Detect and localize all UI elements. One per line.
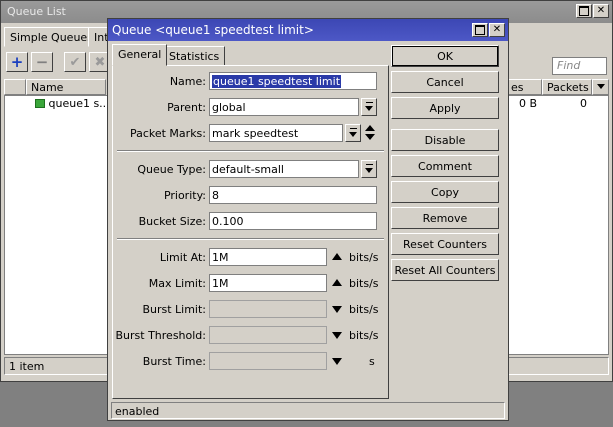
find-input[interactable]: Find: [552, 57, 607, 75]
reset-counters-button[interactable]: Reset Counters: [391, 233, 499, 255]
plus-icon: +: [10, 53, 24, 71]
column-bytes[interactable]: es: [506, 79, 542, 95]
column-flags[interactable]: [4, 79, 26, 95]
packet-marks-updown-icon[interactable]: [365, 124, 375, 142]
maximize-button[interactable]: [576, 4, 592, 18]
priority-field[interactable]: 8: [209, 186, 377, 204]
add-button[interactable]: +: [6, 52, 28, 72]
general-panel: Name: queue1 speedtest limit Parent: glo…: [112, 65, 389, 399]
dialog-maximize-button[interactable]: [472, 23, 488, 37]
burst-limit-field[interactable]: [209, 300, 327, 318]
queue-dialog: Queue <queue1 speedtest limit> ✕ General…: [107, 18, 509, 421]
remove-button[interactable]: Remove: [391, 207, 499, 229]
burst-limit-label: Burst Limit:: [142, 303, 206, 316]
column-name[interactable]: Name: [26, 79, 106, 95]
burst-limit-unit: bits/s: [349, 303, 379, 316]
tab-simple-queues[interactable]: Simple Queues: [4, 27, 99, 47]
queue-row-bytes: 0 B: [518, 97, 537, 110]
max-limit-expand-icon[interactable]: [332, 279, 342, 286]
burst-time-field[interactable]: [209, 352, 327, 370]
packet-marks-select[interactable]: mark speedtest: [209, 124, 343, 142]
burst-time-unit: s: [369, 355, 375, 368]
close-button[interactable]: ✕: [593, 4, 609, 18]
max-limit-field[interactable]: 1M: [209, 274, 327, 292]
enable-button[interactable]: ✔: [64, 52, 86, 72]
burst-time-expand-icon[interactable]: [332, 358, 342, 365]
name-field[interactable]: queue1 speedtest limit: [209, 72, 377, 90]
burst-limit-expand-icon[interactable]: [332, 306, 342, 313]
parent-select[interactable]: global: [209, 98, 359, 116]
separator: [117, 238, 384, 240]
queue-type-select[interactable]: default-small: [209, 160, 359, 178]
queue-row-name: queue1 s...: [31, 96, 114, 111]
queue-icon: [35, 99, 45, 108]
close-icon: ✕: [596, 5, 606, 16]
dialog-status-bar: enabled: [111, 402, 505, 419]
remove-button[interactable]: −: [31, 52, 53, 72]
close-icon: ✕: [492, 24, 502, 35]
minus-icon: −: [35, 53, 49, 71]
max-limit-label: Max Limit:: [148, 277, 206, 290]
priority-label: Priority:: [163, 189, 206, 202]
burst-threshold-field[interactable]: [209, 326, 327, 344]
queue-row-packets: 0: [580, 97, 587, 110]
comment-button[interactable]: Comment: [391, 155, 499, 177]
parent-label: Parent:: [167, 101, 206, 114]
burst-threshold-expand-icon[interactable]: [332, 332, 342, 339]
parent-dropdown-button[interactable]: [361, 98, 377, 116]
limit-at-expand-icon[interactable]: [332, 253, 342, 260]
disable-button[interactable]: Disable: [391, 129, 499, 151]
chevron-down-icon: [596, 84, 605, 89]
packet-marks-label: Packet Marks:: [129, 127, 206, 140]
burst-time-label: Burst Time:: [142, 355, 206, 368]
burst-threshold-unit: bits/s: [349, 329, 379, 342]
check-icon: ✔: [69, 54, 81, 70]
tab-statistics[interactable]: Statistics: [163, 46, 226, 66]
dialog-close-button[interactable]: ✕: [489, 23, 505, 37]
tab-general[interactable]: General: [112, 44, 168, 66]
queue-dialog-title: Queue <queue1 speedtest limit>: [112, 23, 314, 37]
ok-button[interactable]: OK: [391, 45, 499, 67]
queue-type-label: Queue Type:: [137, 163, 206, 176]
cancel-button[interactable]: Cancel: [391, 71, 499, 93]
status-text: enabled: [115, 405, 160, 418]
limit-at-label: Limit At:: [159, 251, 206, 264]
max-limit-unit: bits/s: [349, 277, 379, 290]
packet-marks-dropdown-button[interactable]: [345, 124, 361, 142]
limit-at-field[interactable]: 1M: [209, 248, 327, 266]
reset-all-counters-button[interactable]: Reset All Counters: [391, 259, 499, 281]
limit-at-unit: bits/s: [349, 251, 379, 264]
queue-dialog-titlebar[interactable]: Queue <queue1 speedtest limit>: [108, 19, 508, 41]
name-label: Name:: [169, 75, 206, 88]
bucket-size-label: Bucket Size:: [138, 215, 206, 228]
burst-threshold-label: Burst Threshold:: [115, 329, 207, 342]
separator: [117, 150, 384, 152]
bucket-size-field[interactable]: 0.100: [209, 212, 377, 230]
x-icon: ✖: [94, 54, 106, 70]
queue-list-title: Queue List: [7, 5, 66, 18]
column-packets[interactable]: Packets: [542, 79, 592, 95]
apply-button[interactable]: Apply: [391, 97, 499, 119]
queue-type-dropdown-button[interactable]: [361, 160, 377, 178]
columns-menu-button[interactable]: [592, 79, 609, 95]
copy-button[interactable]: Copy: [391, 181, 499, 203]
